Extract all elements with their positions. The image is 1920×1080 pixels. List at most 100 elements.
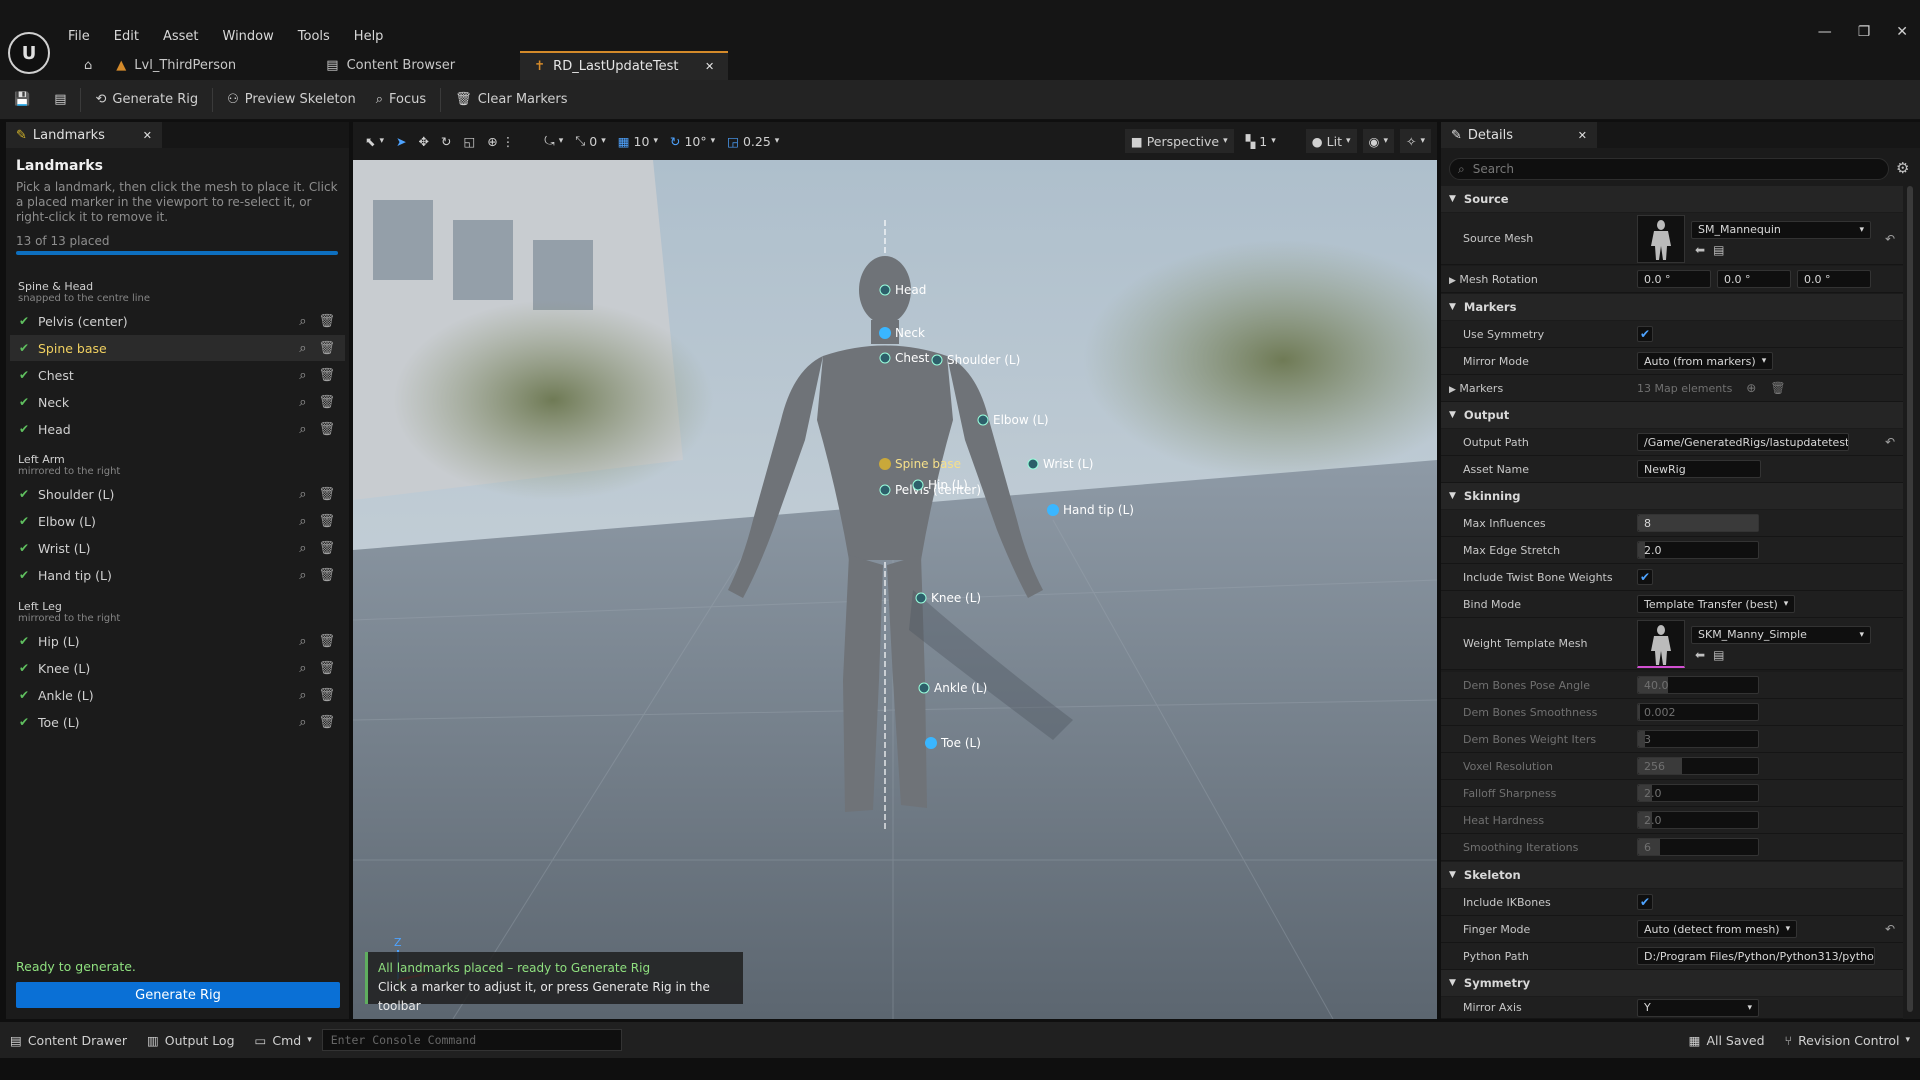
browse-asset-icon[interactable]: ▤ bbox=[1713, 243, 1724, 257]
manny-thumbnail-icon[interactable] bbox=[1637, 619, 1685, 668]
close-window-icon[interactable]: ✕ bbox=[1896, 24, 1908, 40]
landmark-row-pelvis[interactable]: ✔ Pelvis (center) ⌕ 🗑 bbox=[10, 308, 345, 334]
focus-landmark-icon[interactable]: ⌕ bbox=[299, 715, 306, 730]
menu-file[interactable]: File bbox=[68, 29, 90, 44]
select-tool[interactable]: ➤ bbox=[390, 122, 412, 160]
landmarks-tab[interactable]: ✎ Landmarks ✕ bbox=[6, 122, 162, 148]
expand-icon[interactable]: ▶ bbox=[1449, 276, 1456, 286]
browse-button[interactable]: ▤ bbox=[44, 80, 76, 120]
include-ikbones-checkbox[interactable]: ✔ bbox=[1637, 894, 1653, 910]
landmark-row-wrist[interactable]: ✔ Wrist (L) ⌕ 🗑 bbox=[10, 535, 345, 561]
tab-rd-lastupdatetest[interactable]: ✝ RD_LastUpdateTest ✕ bbox=[520, 51, 729, 80]
details-tab[interactable]: ✎ Details ✕ bbox=[1441, 122, 1597, 148]
delete-landmark-icon[interactable]: 🗑 bbox=[318, 341, 335, 356]
max-edge-stretch-field[interactable]: 2.0 bbox=[1637, 541, 1759, 559]
delete-landmark-icon[interactable]: 🗑 bbox=[318, 661, 335, 676]
focus-button[interactable]: ⌕ Focus bbox=[366, 80, 436, 120]
preview-skeleton-button[interactable]: ⚇ Preview Skeleton bbox=[217, 80, 366, 120]
focus-landmark-icon[interactable]: ⌕ bbox=[299, 422, 306, 437]
landmark-row-neck[interactable]: ✔ Neck ⌕ 🗑 bbox=[10, 389, 345, 415]
reset-output-path-icon[interactable]: ↶ bbox=[1885, 435, 1895, 449]
marker-toe[interactable] bbox=[925, 737, 937, 749]
section-output[interactable]: ▼ Output bbox=[1441, 402, 1903, 428]
landmark-row-chest[interactable]: ✔ Chest ⌕ 🗑 bbox=[10, 362, 345, 388]
surface-snap-dropdown[interactable]: ⤿ ▾ bbox=[538, 122, 569, 160]
mirror-axis-dropdown[interactable]: Y ▾ bbox=[1637, 998, 1759, 1017]
source-mesh-dropdown[interactable]: SM_Mannequin ▾ bbox=[1691, 220, 1871, 239]
focus-landmark-icon[interactable]: ⌕ bbox=[299, 314, 306, 329]
marker-pelvis[interactable] bbox=[879, 484, 891, 496]
browse-asset-icon[interactable]: ▤ bbox=[1713, 648, 1724, 662]
select-mode-dropdown[interactable]: ⬉ ▾ bbox=[359, 122, 390, 160]
generate-rig-button[interactable]: ⟲ Generate Rig bbox=[85, 80, 208, 120]
tab-lvl-thirdperson[interactable]: ▲ Lvl_ThirdPerson bbox=[102, 51, 312, 80]
use-symmetry-checkbox[interactable]: ✔ bbox=[1637, 326, 1653, 342]
rotate-tool[interactable]: ↻ bbox=[435, 122, 457, 160]
focus-landmark-icon[interactable]: ⌕ bbox=[299, 341, 306, 356]
twist-weights-checkbox[interactable]: ✔ bbox=[1637, 569, 1653, 585]
menu-help[interactable]: Help bbox=[354, 29, 384, 44]
delete-landmark-icon[interactable]: 🗑 bbox=[318, 422, 335, 437]
max-influences-field[interactable]: 8 bbox=[1637, 514, 1759, 532]
rotation-y-field[interactable]: 0.0 ° bbox=[1717, 270, 1791, 288]
home-tab[interactable]: ⌂ bbox=[74, 51, 102, 80]
focus-landmark-icon[interactable]: ⌕ bbox=[299, 634, 306, 649]
rotation-z-field[interactable]: 0.0 ° bbox=[1797, 270, 1871, 288]
section-markers[interactable]: ▼ Markers bbox=[1441, 294, 1903, 320]
details-scrollbar[interactable] bbox=[1907, 186, 1913, 1012]
save-button[interactable]: 💾 bbox=[0, 80, 44, 120]
lit-dropdown[interactable]: ● Lit ▾ bbox=[1305, 129, 1357, 153]
focus-landmark-icon[interactable]: ⌕ bbox=[299, 368, 306, 383]
camera-speed-dropdown[interactable]: ▚ 1 ▾ bbox=[1240, 122, 1282, 160]
perspective-dropdown[interactable]: ■ Perspective ▾ bbox=[1124, 129, 1234, 153]
restore-icon[interactable]: ❐ bbox=[1858, 24, 1871, 40]
landmark-row-ankle[interactable]: ✔ Ankle (L) ⌕ 🗑 bbox=[10, 682, 345, 708]
menu-tools[interactable]: Tools bbox=[298, 29, 330, 44]
focus-landmark-icon[interactable]: ⌕ bbox=[299, 514, 306, 529]
close-panel-icon[interactable]: ✕ bbox=[143, 129, 152, 142]
delete-landmark-icon[interactable]: 🗑 bbox=[318, 368, 335, 383]
clear-markers-button[interactable]: 🗑 Clear Markers bbox=[445, 80, 577, 120]
rotation-x-field[interactable]: 0.0 ° bbox=[1637, 270, 1711, 288]
delete-landmark-icon[interactable]: 🗑 bbox=[318, 541, 335, 556]
landmark-row-head[interactable]: ✔ Head ⌕ 🗑 bbox=[10, 416, 345, 442]
close-panel-icon[interactable]: ✕ bbox=[1578, 129, 1587, 142]
add-element-icon[interactable]: ⊕ bbox=[1746, 381, 1756, 395]
delete-landmark-icon[interactable]: 🗑 bbox=[318, 487, 335, 502]
content-drawer-button[interactable]: ▤ Content Drawer bbox=[0, 1022, 137, 1058]
marker-elbow[interactable] bbox=[977, 414, 989, 426]
reset-source-mesh-icon[interactable]: ↶ bbox=[1885, 232, 1895, 246]
marker-neck[interactable] bbox=[879, 327, 891, 339]
focus-landmark-icon[interactable]: ⌕ bbox=[299, 661, 306, 676]
marker-chest[interactable] bbox=[879, 352, 891, 364]
section-source[interactable]: ▼ Source bbox=[1441, 186, 1903, 212]
menu-edit[interactable]: Edit bbox=[114, 29, 139, 44]
landmark-row-elbow[interactable]: ✔ Elbow (L) ⌕ 🗑 bbox=[10, 508, 345, 534]
translate-snap[interactable]: ⤡ 0 ▾ bbox=[569, 122, 612, 160]
output-log-button[interactable]: ▥ Output Log bbox=[137, 1022, 245, 1058]
menu-asset[interactable]: Asset bbox=[163, 29, 199, 44]
marker-hand-tip[interactable] bbox=[1047, 504, 1059, 516]
landmark-row-hip[interactable]: ✔ Hip (L) ⌕ 🗑 bbox=[10, 628, 345, 654]
viewport-options-dropdown[interactable]: ✧ ▾ bbox=[1399, 129, 1431, 153]
minimize-icon[interactable]: — bbox=[1818, 24, 1832, 40]
generate-rig-panel-button[interactable]: Generate Rig bbox=[16, 982, 340, 1008]
focus-landmark-icon[interactable]: ⌕ bbox=[299, 568, 306, 583]
delete-landmark-icon[interactable]: 🗑 bbox=[318, 314, 335, 329]
finger-mode-dropdown[interactable]: Auto (detect from mesh) ▾ bbox=[1637, 920, 1798, 938]
console-input[interactable]: Enter Console Command bbox=[321, 1029, 622, 1051]
landmark-row-shoulder[interactable]: ✔ Shoulder (L) ⌕ 🗑 bbox=[10, 481, 345, 507]
landmark-row-spine-base[interactable]: ✔ Spine base ⌕ 🗑 bbox=[10, 335, 345, 361]
world-space-toggle[interactable]: ⊕ ⋮ bbox=[481, 122, 520, 160]
delete-landmark-icon[interactable]: 🗑 bbox=[318, 715, 335, 730]
settings-gear-icon[interactable]: ⚙ bbox=[1896, 159, 1909, 177]
marker-head[interactable] bbox=[879, 284, 891, 296]
section-skeleton[interactable]: ▼ Skeleton bbox=[1441, 862, 1903, 888]
weight-template-dropdown[interactable]: SKM_Manny_Simple ▾ bbox=[1691, 625, 1871, 644]
delete-landmark-icon[interactable]: 🗑 bbox=[318, 514, 335, 529]
delete-landmark-icon[interactable]: 🗑 bbox=[318, 395, 335, 410]
marker-spine-base[interactable] bbox=[879, 458, 891, 470]
marker-knee[interactable] bbox=[915, 592, 927, 604]
focus-landmark-icon[interactable]: ⌕ bbox=[299, 395, 306, 410]
focus-landmark-icon[interactable]: ⌕ bbox=[299, 688, 306, 703]
